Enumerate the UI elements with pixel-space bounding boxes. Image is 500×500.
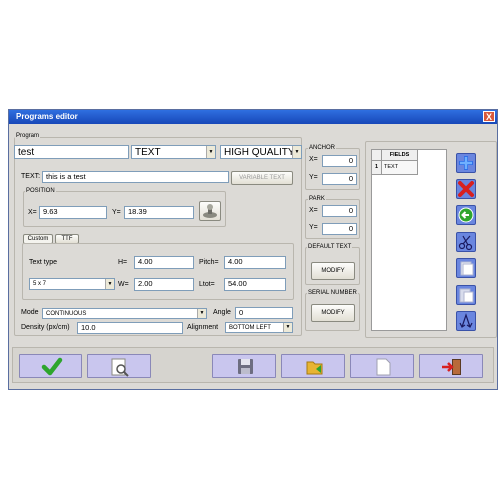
pitch-input[interactable]: 4.00: [224, 256, 286, 269]
text-input[interactable]: this is a test: [42, 171, 229, 183]
text-type-select[interactable]: 5 x 7 ▼: [29, 278, 115, 290]
add-field-button[interactable]: [456, 153, 476, 173]
open-folder-icon: [306, 361, 323, 375]
tab-custom-label: Custom: [27, 236, 49, 242]
alignment-label: Alignment: [187, 324, 219, 331]
default-text-modify-button[interactable]: MODIFY: [311, 262, 355, 280]
anchor-x-value: 0: [348, 156, 353, 165]
tab-ttf-label: TTF: [61, 236, 73, 242]
park-y-value: 0: [348, 224, 353, 233]
ltot-label: Ltot=: [199, 281, 215, 288]
save-button[interactable]: [212, 354, 276, 378]
position-y-input[interactable]: 18.39: [124, 206, 194, 219]
custom-tab-panel: [22, 243, 294, 300]
h-label: H=: [118, 259, 128, 266]
position-x-input[interactable]: 9.63: [39, 206, 107, 219]
serial-number-modify-button[interactable]: MODIFY: [311, 304, 355, 322]
position-y-label: Y=: [112, 209, 121, 216]
open-button[interactable]: [281, 354, 345, 378]
chevron-down-icon[interactable]: ▼: [206, 146, 215, 158]
fields-list[interactable]: FIELDS 1 TEXT: [371, 149, 447, 331]
locate-position-button[interactable]: [199, 201, 221, 221]
magnifier-icon: [111, 358, 129, 377]
serial-number-label: SERIAL NUMBER: [307, 289, 358, 297]
programs-editor-window: Programs editor X Program test TEXT ▼ HI…: [8, 109, 498, 390]
fields-column-header[interactable]: FIELDS: [382, 150, 418, 161]
anchor-label: ANCHOR: [308, 144, 337, 152]
park-x-label: X=: [309, 207, 318, 214]
program-name-input[interactable]: test: [14, 145, 129, 159]
park-y-input[interactable]: 0: [322, 223, 357, 235]
chevron-down-icon[interactable]: ▼: [292, 146, 301, 158]
move-button[interactable]: [456, 311, 476, 331]
alignment-value: BOTTOM LEFT: [229, 325, 271, 331]
target-icon: [203, 204, 217, 218]
density-input[interactable]: 10.0: [77, 322, 183, 334]
scissors-icon: [458, 235, 473, 251]
new-document-icon: [376, 358, 391, 376]
h-input[interactable]: 4.00: [134, 256, 194, 269]
mode-select[interactable]: CONTINUOUS ▼: [42, 308, 207, 319]
quality-select[interactable]: HIGH QUALITY ▼: [220, 145, 302, 159]
title-bar: Programs editor X: [9, 110, 497, 124]
mode-label: Mode: [21, 309, 39, 316]
anchor-y-value: 0: [348, 174, 353, 183]
fields-row-index: 1: [372, 161, 382, 175]
alignment-select[interactable]: BOTTOM LEFT ▼: [225, 322, 293, 333]
w-input[interactable]: 2.00: [134, 278, 194, 291]
exit-door-icon: [442, 359, 461, 375]
close-button[interactable]: X: [483, 111, 495, 122]
chevron-down-icon[interactable]: ▼: [197, 309, 206, 318]
back-button[interactable]: [456, 205, 476, 225]
anchor-x-input[interactable]: 0: [322, 155, 357, 167]
floppy-disk-icon: [238, 359, 253, 374]
ltot-input[interactable]: 54.00: [224, 278, 286, 291]
chevron-down-icon[interactable]: ▼: [105, 279, 114, 289]
move-arrows-icon: [459, 313, 473, 328]
chevron-down-icon[interactable]: ▼: [283, 323, 292, 332]
plus-icon: [459, 156, 473, 170]
density-label: Density (px/cm): [21, 324, 70, 331]
paste-icon: [459, 288, 474, 303]
fields-row-name[interactable]: TEXT: [382, 161, 418, 175]
ok-button[interactable]: [19, 354, 82, 378]
fields-header-corner: [372, 150, 382, 161]
anchor-x-label: X=: [309, 156, 318, 163]
variable-text-button[interactable]: VARIABLE TEXT: [231, 171, 293, 185]
anchor-y-label: Y=: [309, 174, 318, 181]
new-button[interactable]: [350, 354, 414, 378]
paste-button[interactable]: [456, 285, 476, 305]
position-x-label: X=: [28, 209, 37, 216]
park-y-label: Y=: [309, 224, 318, 231]
default-text-label: DEFAULT TEXT: [307, 243, 353, 251]
checkmark-icon: [41, 357, 63, 376]
angle-input[interactable]: 0: [235, 307, 293, 319]
angle-label: Angle: [213, 309, 231, 316]
text-type-value: 5 x 7: [33, 281, 47, 287]
anchor-y-input[interactable]: 0: [322, 173, 357, 185]
program-group-label: Program: [15, 132, 41, 140]
text-label: TEXT:: [21, 173, 41, 180]
window-title: Programs editor: [16, 112, 78, 121]
delete-field-button[interactable]: [456, 179, 476, 199]
program-type-value: TEXT: [135, 147, 161, 158]
park-x-input[interactable]: 0: [322, 205, 357, 217]
quality-value: HIGH QUALITY: [224, 147, 295, 158]
copy-icon: [460, 261, 474, 276]
preview-button[interactable]: [87, 354, 151, 378]
position-label: POSITION: [25, 187, 56, 195]
copy-button[interactable]: [456, 258, 476, 278]
pitch-label: Pitch=: [199, 259, 219, 266]
x-icon: [458, 181, 474, 197]
park-label: PARK: [308, 195, 326, 203]
cut-button[interactable]: [456, 232, 476, 252]
back-arrow-icon: [458, 207, 474, 223]
exit-button[interactable]: [419, 354, 483, 378]
w-label: W=: [118, 281, 129, 288]
mode-value: CONTINUOUS: [46, 311, 87, 317]
park-x-value: 0: [348, 206, 353, 215]
text-type-label: Text type: [29, 259, 58, 266]
program-type-select[interactable]: TEXT ▼: [131, 145, 216, 159]
